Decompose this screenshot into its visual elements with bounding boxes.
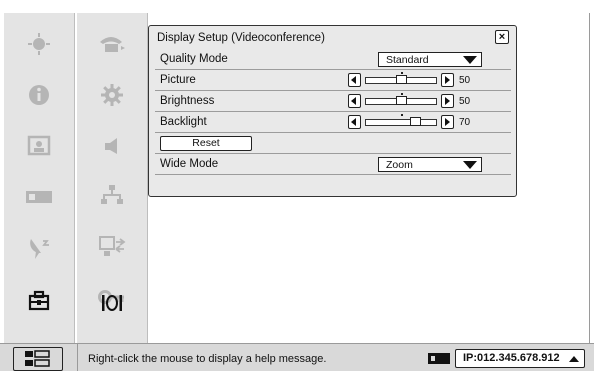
brightness-row: Brightness 50 xyxy=(155,92,511,112)
status-bar: Right-click the mouse to display a help … xyxy=(0,343,594,371)
screen-icon[interactable] xyxy=(19,130,59,162)
backlight-slider-track[interactable] xyxy=(365,114,437,126)
camera-control-icon[interactable] xyxy=(19,28,59,60)
backlight-label: Backlight xyxy=(160,116,207,128)
chevron-down-icon xyxy=(463,161,477,169)
menu-toggle-icon xyxy=(25,350,50,367)
phone-icon[interactable] xyxy=(92,28,132,60)
brightness-label: Brightness xyxy=(160,95,215,107)
picture-increase-button[interactable] xyxy=(441,73,454,87)
wide-mode-select[interactable]: Zoom xyxy=(378,157,482,172)
quality-mode-select[interactable]: Standard xyxy=(378,52,482,67)
camera-icon[interactable] xyxy=(19,181,59,213)
help-message: Right-click the mouse to display a help … xyxy=(88,353,327,365)
close-button[interactable]: × xyxy=(495,30,509,44)
quality-mode-row: Quality Mode Standard xyxy=(155,50,511,70)
picture-slider: 50 xyxy=(348,72,488,88)
arrow-left-icon xyxy=(351,97,356,105)
backlight-decrease-button[interactable] xyxy=(348,115,361,129)
network-icon[interactable] xyxy=(92,179,132,211)
toolbox-icon[interactable] xyxy=(19,285,59,317)
backlight-value: 70 xyxy=(459,117,471,128)
brightness-slider-handle[interactable] xyxy=(396,96,407,105)
wide-mode-value: Zoom xyxy=(386,159,413,171)
info-icon[interactable] xyxy=(19,79,59,111)
center-mark xyxy=(401,72,403,74)
display-setup-icon[interactable] xyxy=(92,287,132,319)
brightness-decrease-button[interactable] xyxy=(348,94,361,108)
submenu-sidebar xyxy=(77,13,148,343)
ip-address: IP:012.345.678.912 xyxy=(463,352,560,364)
picture-slider-handle[interactable] xyxy=(396,75,407,84)
wide-mode-label: Wide Mode xyxy=(160,158,219,170)
dialog-title: Display Setup (Videoconference) xyxy=(157,32,325,44)
camera-status-icon xyxy=(428,353,450,364)
speaker-icon[interactable] xyxy=(92,130,132,162)
picture-decrease-button[interactable] xyxy=(348,73,361,87)
chevron-down-icon xyxy=(463,56,477,64)
brightness-increase-button[interactable] xyxy=(441,94,454,108)
arrow-right-icon xyxy=(445,76,450,84)
display-output-icon[interactable] xyxy=(92,230,132,262)
backlight-row: Backlight 70 xyxy=(155,113,511,133)
main-menu-sidebar xyxy=(4,13,75,343)
arrow-right-icon xyxy=(445,118,450,126)
close-icon: × xyxy=(498,30,506,43)
ip-dropdown-icon[interactable] xyxy=(569,356,579,362)
reset-button[interactable]: Reset xyxy=(160,136,252,151)
picture-label: Picture xyxy=(160,74,196,86)
top-frame xyxy=(0,0,594,13)
picture-row: Picture 50 xyxy=(155,71,511,91)
backlight-increase-button[interactable] xyxy=(441,115,454,129)
satellite-icon[interactable] xyxy=(19,232,59,264)
status-divider xyxy=(77,344,78,371)
picture-value: 50 xyxy=(459,75,471,86)
brightness-value: 50 xyxy=(459,96,471,107)
backlight-slider-handle[interactable] xyxy=(410,117,421,126)
arrow-left-icon xyxy=(351,76,356,84)
wide-mode-row: Wide Mode Zoom xyxy=(155,155,511,175)
menu-toggle-button[interactable] xyxy=(13,347,63,371)
picture-slider-track[interactable] xyxy=(365,72,437,84)
display-setup-dialog: Display Setup (Videoconference) × Qualit… xyxy=(148,25,517,197)
ip-address-box[interactable]: IP:012.345.678.912 xyxy=(455,349,585,368)
brightness-slider: 50 xyxy=(348,93,488,109)
arrow-left-icon xyxy=(351,118,356,126)
quality-mode-value: Standard xyxy=(386,54,429,66)
arrow-right-icon xyxy=(445,97,450,105)
brightness-slider-track[interactable] xyxy=(365,93,437,105)
center-mark xyxy=(401,114,403,116)
gear-icon[interactable] xyxy=(92,79,132,111)
center-mark xyxy=(401,93,403,95)
quality-mode-label: Quality Mode xyxy=(160,53,228,65)
backlight-slider: 70 xyxy=(348,114,488,130)
reset-row: Reset xyxy=(155,134,511,154)
